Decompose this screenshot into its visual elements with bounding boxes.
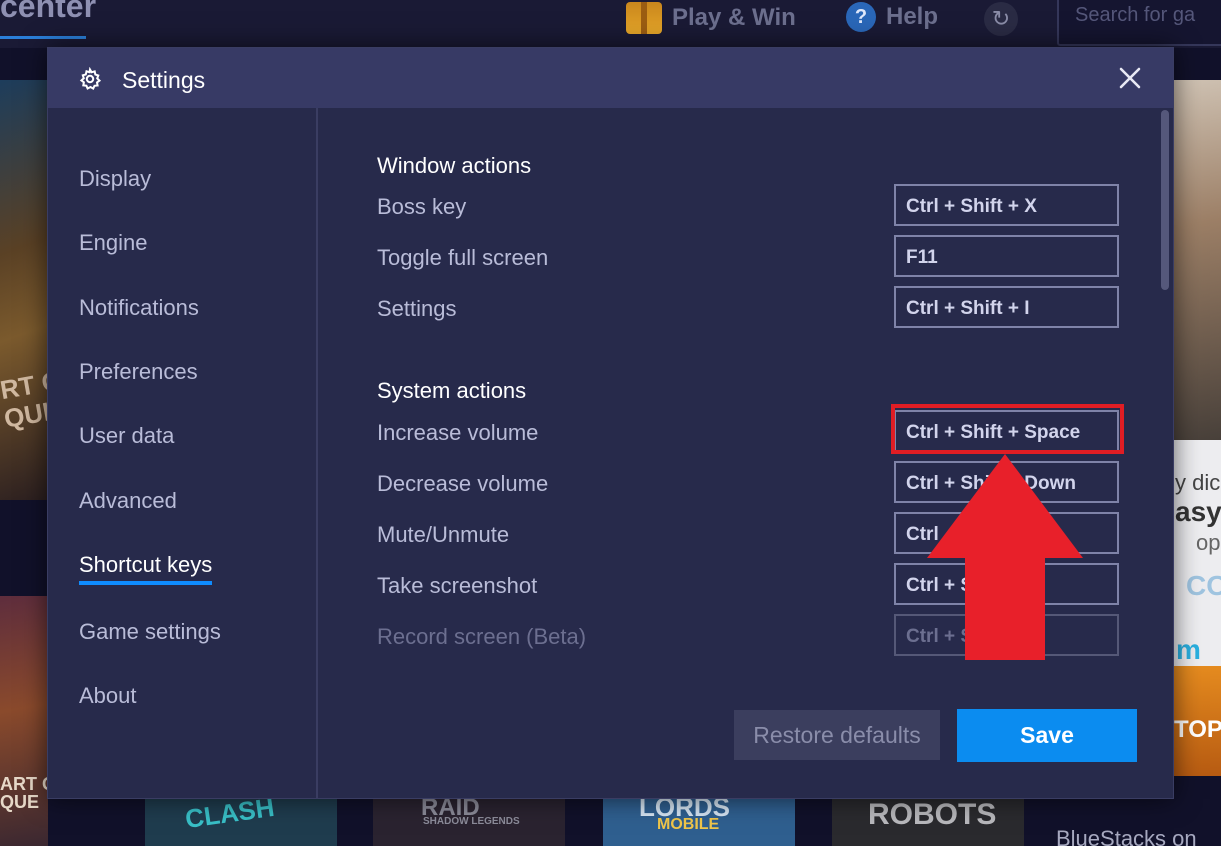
shortcut-key-field[interactable]: Ctrl + Shift + Space [894,410,1119,452]
background-app-title: center [0,0,97,24]
sidebar-item-shortcut-keys[interactable]: Shortcut keys [79,552,212,578]
background-card-text: SHADOW LEGENDS [423,816,520,827]
play-win-label: Play & Win [672,4,796,31]
background-game-card: LORDS MOBILE [603,792,795,846]
close-button[interactable] [1116,64,1144,92]
background-banner-text: op [1196,530,1221,555]
background-game-card: CLASH [145,792,337,846]
background-card-text: QUE [0,792,40,812]
question-icon: ? [846,2,876,32]
shortcut-key-field[interactable]: Ctrl + Shift + I [894,286,1119,328]
play-win-link[interactable]: Play & Win [626,2,796,34]
shortcut-key-field[interactable]: Ctrl + Shift + X [894,184,1119,226]
restore-defaults-button[interactable]: Restore defaults [734,710,940,760]
background-game-card [0,80,48,500]
sidebar-item-game-settings[interactable]: Game settings [79,619,221,645]
background-banner-text: m [1176,634,1201,665]
background-card-text: ROBOTS [868,798,997,831]
background-banner-text: CO [1186,570,1221,601]
shortcut-key-field[interactable]: Ctrl + S [894,614,1119,656]
sidebar-item-advanced[interactable]: Advanced [79,488,177,514]
gift-icon [626,2,662,34]
sidebar-item-notifications[interactable]: Notifications [79,295,199,321]
sidebar-item-user-data[interactable]: User data [79,423,174,449]
scrollbar-thumb[interactable] [1161,110,1169,290]
close-icon [1119,67,1141,89]
background-search-input[interactable]: Search for ga [1057,0,1221,46]
shortcut-label: Boss key [377,194,467,219]
background-game-card [1174,80,1221,440]
active-tab-indicator [79,581,212,585]
background-tab-underline [0,36,86,39]
background-top-bar: center Play & Win ? Help ↻ Search for ga [0,0,1221,48]
background-game-card: RAID SHADOW LEGENDS [373,794,565,846]
shortcut-label: Increase volume [377,420,539,445]
settings-sidebar: Display Engine Notifications Preferences… [48,108,318,799]
shortcut-label: Settings [377,296,457,321]
dialog-title: Settings [122,67,206,93]
background-banner-text: asy [1175,496,1221,527]
refresh-icon[interactable]: ↻ [984,2,1018,36]
background-banner-text: TOP [1174,716,1221,743]
shortcut-key-field[interactable]: F11 [894,235,1119,277]
background-game-card: ROBOTS [832,798,1024,846]
dialog-header: Settings [48,48,1173,108]
sidebar-item-display[interactable]: Display [79,166,151,192]
shortcut-label: Decrease volume [377,471,549,496]
shortcut-label: Toggle full screen [377,245,549,270]
sidebar-item-about[interactable]: About [79,683,137,709]
shortcut-key-field[interactable]: Ctrl + S [894,563,1119,605]
shortcut-label: Take screenshot [377,573,538,598]
section-title-window-actions: Window actions [377,153,532,178]
shortcut-label: Record screen (Beta) [377,624,587,649]
sidebar-item-preferences[interactable]: Preferences [79,359,198,385]
background-footer-text: BlueStacks on [1056,826,1197,846]
shortcut-keys-panel: Window actions Boss key Ctrl + Shift + X… [320,108,1173,799]
save-button[interactable]: Save [957,709,1137,762]
settings-dialog: Settings Display Engine Notifications Pr… [47,47,1174,799]
shortcut-key-field[interactable]: Ctrl + Shift + Down [894,461,1119,503]
help-link[interactable]: ? Help [846,2,938,32]
help-label: Help [886,3,939,30]
shortcut-key-field[interactable]: Ctrl [894,512,1119,554]
gear-icon [79,67,102,91]
background-banner-text: y dic [1175,470,1221,495]
sidebar-item-engine[interactable]: Engine [79,230,148,256]
section-title-system-actions: System actions [377,378,527,403]
shortcut-label: Mute/Unmute [377,522,510,547]
background-card-text: MOBILE [657,816,720,833]
